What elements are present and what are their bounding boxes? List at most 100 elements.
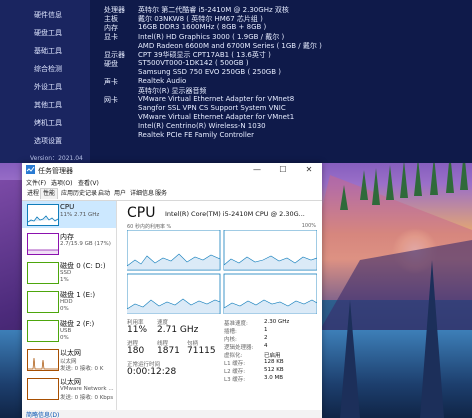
version-label: Version：2021.04	[30, 155, 83, 162]
resource-item-disk-1[interactable]: 磁盘 1 (E:) HDD 0%	[22, 288, 116, 315]
value-disk-2: Samsung SSD 750 EVO 250GB ( 250GB )	[138, 68, 281, 76]
detail-title: CPU	[127, 205, 156, 221]
handles-value: 71115	[187, 346, 216, 356]
fewer-details-link[interactable]: 简略信息(D)	[26, 410, 59, 418]
resource-item-disk-0[interactable]: 磁盘 0 (C: D:) SSD 1%	[22, 259, 116, 286]
label-sound: 声卡	[104, 78, 118, 86]
spec-base-speed-label: 基准速度:	[224, 321, 248, 327]
label-network: 网卡	[104, 96, 118, 104]
graph-caption: 60 秒内的利用率 %	[127, 224, 172, 230]
resource-value: 11% 2.71 GHz	[60, 212, 100, 218]
label-gpu: 显卡	[104, 33, 118, 41]
resource-type: SSD	[60, 270, 72, 276]
ethernet-2-thumbnail	[27, 378, 59, 400]
nav-hardware-info[interactable]: 硬件信息	[0, 8, 90, 22]
memory-thumbnail	[27, 233, 59, 255]
value-network-1: VMware Virtual Ethernet Adapter for VMne…	[138, 95, 295, 103]
resource-type: VMware Network ...	[60, 386, 114, 392]
system-info-window: 硬件信息 硬盘工具 基础工具 综合检测 外设工具 其他工具 烤机工具 选项设置 …	[0, 0, 472, 163]
value-network-2: Sangfor SSL VPN CS Support System VNIC	[138, 104, 286, 112]
spec-cores-value: 2	[264, 335, 268, 341]
spec-virtualization-value: 已启用	[264, 353, 281, 359]
core-graph-1	[127, 230, 221, 271]
resource-item-ethernet-1[interactable]: 以太网 以太网 发送: 0 接收: 0 K	[22, 346, 116, 373]
core-graph-4	[223, 273, 317, 314]
tab-app-history[interactable]: 应用历史记录	[59, 189, 99, 199]
nav-stress-tools[interactable]: 烤机工具	[0, 116, 90, 130]
nav-other-tools[interactable]: 其他工具	[0, 98, 90, 112]
resource-type: HDD	[60, 299, 73, 305]
spec-virtualization-label: 虚拟化:	[224, 353, 243, 359]
resource-name: CPU	[60, 203, 75, 211]
tab-bar: 进程 性能 应用历史记录 启动 用户 详细信息 服务	[22, 188, 322, 201]
speed-value: 2.71 GHz	[157, 325, 199, 335]
spec-l1-value: 128 KB	[264, 359, 284, 365]
value-memory: 16GB DDR3 1600MHz ( 8GB + 8GB )	[138, 23, 267, 31]
value-disk-1: ST500VT000-1DK142 ( 500GB )	[138, 59, 249, 67]
menu-file[interactable]: 文件(F)	[26, 178, 46, 187]
menu-bar: 文件(F) 选项(O) 查看(V)	[22, 177, 322, 188]
value-network-4: Intel(R) Centrino(R) Wireless-N 1030	[138, 122, 266, 130]
nav-diagnostics[interactable]: 综合检测	[0, 62, 90, 76]
nav-peripheral-tools[interactable]: 外设工具	[0, 80, 90, 94]
resource-item-ethernet-2[interactable]: 以太网 VMware Network ... 发送: 0 接收: 0 Kbps	[22, 375, 116, 402]
nav-settings[interactable]: 选项设置	[0, 134, 90, 148]
menu-options[interactable]: 选项(O)	[51, 178, 72, 187]
cpu-model: Intel(R) Core(TM) i5-2410M CPU @ 2.30G..…	[165, 210, 305, 218]
disk-2-thumbnail	[27, 320, 59, 342]
processes-value: 180	[127, 346, 145, 356]
cpu-core-graphs	[127, 230, 317, 314]
nav-disk-tools[interactable]: 硬盘工具	[0, 26, 90, 40]
tab-services[interactable]: 服务	[153, 189, 169, 199]
menu-view[interactable]: 查看(V)	[78, 178, 99, 187]
task-manager-icon	[26, 165, 35, 174]
tab-processes[interactable]: 进程	[25, 189, 41, 199]
spec-cores-label: 内核:	[224, 337, 237, 343]
resource-item-memory[interactable]: 内存 2.7/15.9 GB (17%)	[22, 230, 116, 257]
resource-value: 发送: 0 接收: 0 Kbps	[60, 395, 114, 401]
system-info-sidebar: 硬件信息 硬盘工具 基础工具 综合检测 外设工具 其他工具 烤机工具 选项设置 …	[0, 0, 90, 163]
resource-item-cpu[interactable]: CPU 11% 2.71 GHz	[22, 201, 116, 228]
core-graph-3	[127, 273, 221, 314]
threads-value: 1871	[157, 346, 180, 356]
spec-l2-value: 512 KB	[264, 367, 284, 373]
spec-l2-label: L2 缓存:	[224, 369, 246, 375]
minimize-icon[interactable]: —	[244, 163, 270, 177]
disk-1-thumbnail	[27, 291, 59, 313]
tab-details[interactable]: 详细信息	[128, 189, 156, 199]
task-manager-window: 任务管理器 — ☐ ✕ 文件(F) 选项(O) 查看(V) 进程 性能 应用历史…	[22, 163, 322, 418]
ethernet-1-thumbnail	[27, 349, 59, 371]
maximize-icon[interactable]: ☐	[270, 163, 296, 177]
resource-value: 2.7/15.9 GB (17%)	[60, 241, 111, 247]
resource-value: 1%	[60, 277, 69, 283]
value-sound-1: Realtek Audio	[138, 77, 187, 85]
tab-users[interactable]: 用户	[112, 189, 128, 199]
util-value: 11%	[127, 325, 148, 335]
resource-value: 0%	[60, 335, 69, 341]
resource-list: CPU 11% 2.71 GHz 内存 2.7/15.9 GB (17%) 磁盘…	[22, 201, 117, 418]
close-icon[interactable]: ✕	[296, 163, 322, 177]
label-disk: 硬盘	[104, 60, 118, 68]
tab-startup[interactable]: 启动	[96, 189, 112, 199]
spec-base-speed-value: 2.30 GHz	[264, 319, 290, 325]
spec-l3-label: L3 缓存:	[224, 377, 246, 383]
disk-0-thumbnail	[27, 262, 59, 284]
spec-logical-value: 4	[264, 343, 268, 349]
resource-type: USB	[60, 328, 72, 334]
cpu-detail-pane: CPU Intel(R) Core(TM) i5-2410M CPU @ 2.3…	[117, 201, 322, 418]
resource-value: 发送: 0 接收: 0 K	[60, 366, 104, 372]
resource-value: 0%	[60, 306, 69, 312]
value-network-3: VMware Virtual Ethernet Adapter for VMne…	[138, 113, 295, 121]
core-graph-2	[223, 230, 317, 271]
tab-performance[interactable]: 性能	[40, 188, 59, 199]
graph-max-label: 100%	[301, 223, 316, 229]
cpu-thumbnail	[27, 204, 59, 226]
resource-item-disk-2[interactable]: 磁盘 2 (F:) USB 0%	[22, 317, 116, 344]
uptime-value: 0:00:12:28	[127, 367, 177, 377]
status-bar: 简略信息(D)	[22, 410, 322, 418]
spec-sockets-value: 1	[264, 327, 268, 333]
value-network-5: Realtek PCIe FE Family Controller	[138, 131, 254, 139]
spec-l1-label: L1 缓存:	[224, 361, 246, 367]
title-bar[interactable]: 任务管理器 — ☐ ✕	[22, 163, 322, 177]
nav-basic-tools[interactable]: 基础工具	[0, 44, 90, 58]
